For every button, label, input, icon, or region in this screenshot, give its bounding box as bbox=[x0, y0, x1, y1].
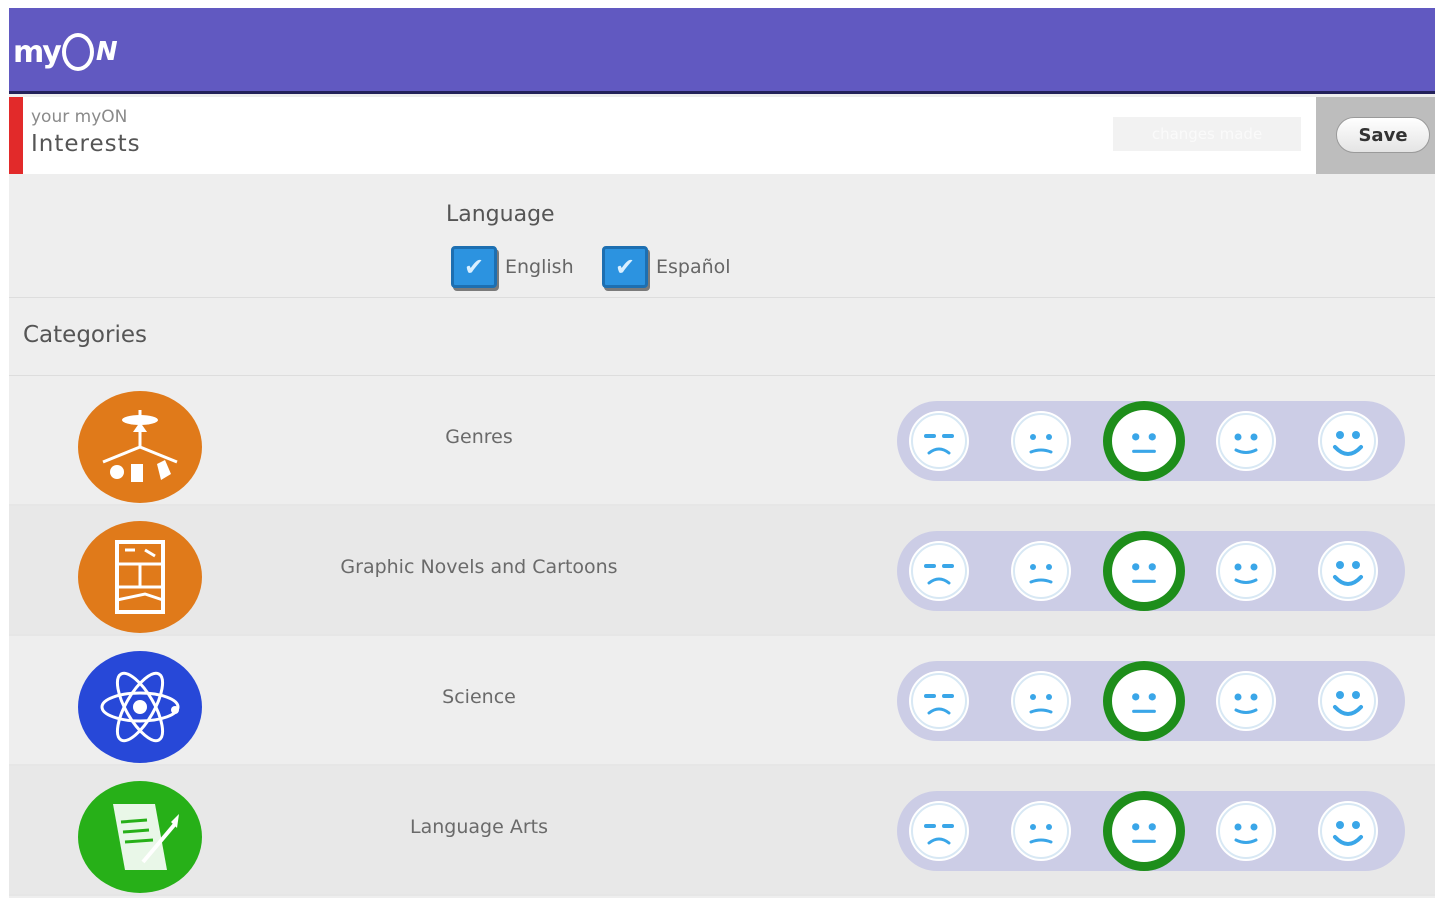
rating-scale bbox=[897, 661, 1405, 741]
comic-panel-icon bbox=[78, 521, 202, 633]
english-label: English bbox=[505, 256, 574, 278]
title-bar: your myON Interests changes made Save bbox=[9, 97, 1435, 174]
genres-icon bbox=[78, 391, 202, 503]
check-icon: ✔ bbox=[614, 253, 636, 281]
category-name: Language Arts bbox=[410, 816, 548, 838]
rating-very-happy-button[interactable] bbox=[1318, 541, 1378, 601]
scroll-quill-icon bbox=[78, 781, 202, 893]
rating-neutral-button[interactable] bbox=[1103, 661, 1185, 741]
sad-face-icon bbox=[1013, 543, 1069, 599]
rating-sad-button[interactable] bbox=[1011, 801, 1071, 861]
rating-neutral-button[interactable] bbox=[1103, 401, 1185, 481]
rating-neutral-button[interactable] bbox=[1103, 791, 1185, 871]
check-icon: ✔ bbox=[463, 253, 485, 281]
happy-face-icon bbox=[1218, 543, 1274, 599]
category-name: Genres bbox=[445, 426, 513, 448]
categories-header: Categories bbox=[9, 298, 1435, 376]
app-frame: my N your myON Interests changes made Sav… bbox=[9, 8, 1435, 898]
categories-label: Categories bbox=[23, 322, 147, 348]
category-row-science: Science bbox=[9, 636, 1435, 766]
very-happy-face-icon bbox=[1320, 543, 1376, 599]
language-option-espanol[interactable]: ✔ Español bbox=[602, 246, 731, 288]
rating-scale bbox=[897, 531, 1405, 611]
rating-very-sad-button[interactable] bbox=[909, 411, 969, 471]
rating-very-happy-button[interactable] bbox=[1318, 671, 1378, 731]
rating-happy-button[interactable] bbox=[1216, 541, 1276, 601]
save-button[interactable]: Save bbox=[1336, 117, 1430, 153]
neutral-face-icon bbox=[1132, 433, 1156, 453]
rating-sad-button[interactable] bbox=[1011, 671, 1071, 731]
very-sad-face-icon bbox=[911, 543, 967, 599]
language-option-english[interactable]: ✔ English bbox=[451, 246, 574, 288]
rating-scale bbox=[897, 401, 1405, 481]
category-row-language-arts: Language Arts bbox=[9, 766, 1435, 896]
myon-logo: my N bbox=[13, 33, 118, 71]
page-title: Interests bbox=[31, 131, 141, 157]
english-checkbox[interactable]: ✔ bbox=[451, 246, 497, 288]
happy-face-icon bbox=[1218, 673, 1274, 729]
rating-sad-button[interactable] bbox=[1011, 411, 1071, 471]
espanol-checkbox[interactable]: ✔ bbox=[602, 246, 648, 288]
very-happy-face-icon bbox=[1320, 413, 1376, 469]
changes-made-indicator: changes made bbox=[1113, 117, 1301, 151]
neutral-face-icon bbox=[1132, 693, 1156, 713]
category-name: Science bbox=[442, 686, 516, 708]
rating-neutral-button[interactable] bbox=[1103, 531, 1185, 611]
sad-face-icon bbox=[1013, 673, 1069, 729]
category-name: Graphic Novels and Cartoons bbox=[340, 556, 618, 578]
page-subtitle: your myON bbox=[31, 107, 128, 127]
very-happy-face-icon bbox=[1320, 803, 1376, 859]
espanol-label: Español bbox=[656, 256, 731, 278]
very-happy-face-icon bbox=[1320, 673, 1376, 729]
rating-very-sad-button[interactable] bbox=[909, 671, 969, 731]
rating-very-sad-button[interactable] bbox=[909, 801, 969, 861]
section-marker bbox=[9, 97, 23, 174]
top-bar: my N bbox=[9, 8, 1435, 94]
happy-face-icon bbox=[1218, 803, 1274, 859]
language-label: Language bbox=[446, 202, 555, 227]
atom-icon bbox=[78, 651, 202, 763]
rating-very-sad-button[interactable] bbox=[909, 541, 969, 601]
sad-face-icon bbox=[1013, 803, 1069, 859]
very-sad-face-icon bbox=[911, 803, 967, 859]
rating-sad-button[interactable] bbox=[1011, 541, 1071, 601]
rating-scale bbox=[897, 791, 1405, 871]
category-row-genres: Genres bbox=[9, 376, 1435, 506]
rating-very-happy-button[interactable] bbox=[1318, 411, 1378, 471]
language-section: Language ✔ English ✔ Español bbox=[9, 174, 1435, 298]
very-sad-face-icon bbox=[911, 673, 967, 729]
happy-face-icon bbox=[1218, 413, 1274, 469]
neutral-face-icon bbox=[1132, 563, 1156, 583]
very-sad-face-icon bbox=[911, 413, 967, 469]
sad-face-icon bbox=[1013, 413, 1069, 469]
save-area: Save bbox=[1316, 97, 1435, 174]
rating-happy-button[interactable] bbox=[1216, 801, 1276, 861]
category-row-graphic-novels: Graphic Novels and Cartoons bbox=[9, 506, 1435, 636]
rating-happy-button[interactable] bbox=[1216, 411, 1276, 471]
neutral-face-icon bbox=[1132, 823, 1156, 843]
rating-very-happy-button[interactable] bbox=[1318, 801, 1378, 861]
rating-happy-button[interactable] bbox=[1216, 671, 1276, 731]
